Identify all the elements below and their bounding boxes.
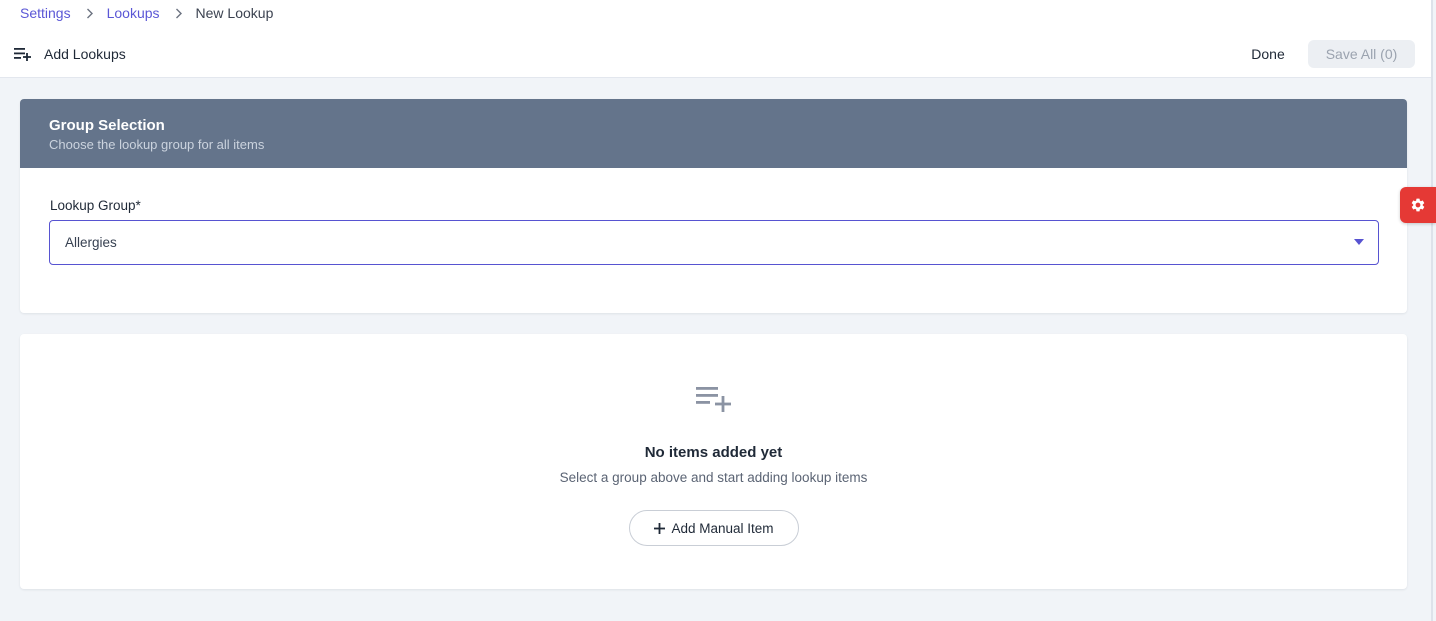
toolbar-title-group: Add Lookups — [14, 44, 126, 64]
save-all-button[interactable]: Save All (0) — [1308, 40, 1415, 68]
items-card: No items added yet Select a group above … — [20, 334, 1407, 589]
done-button[interactable]: Done — [1240, 40, 1296, 68]
playlist-add-icon — [14, 48, 31, 61]
add-manual-item-label: Add Manual Item — [671, 520, 774, 536]
scrollbar-track[interactable] — [1431, 0, 1433, 621]
caret-down-icon — [1354, 239, 1364, 245]
chevron-right-icon — [170, 5, 188, 21]
group-selection-title: Group Selection — [49, 117, 165, 134]
group-selection-header: Group Selection Choose the lookup group … — [20, 99, 1407, 168]
top-bar: Settings Lookups New Lookup Add Lookups … — [0, 0, 1431, 78]
gear-icon — [1411, 198, 1425, 212]
lookup-group-value: Allergies — [65, 235, 117, 250]
group-selection-card: Group Selection Choose the lookup group … — [20, 99, 1407, 313]
add-manual-item-button[interactable]: Add Manual Item — [629, 510, 799, 546]
settings-button[interactable] — [1400, 187, 1436, 223]
chevron-right-icon — [81, 5, 99, 21]
empty-state-title: No items added yet — [644, 444, 783, 461]
lookup-group-label: Lookup Group* — [50, 198, 141, 213]
breadcrumb-current: New Lookup — [195, 5, 274, 21]
lookup-group-select[interactable]: Allergies — [49, 220, 1379, 265]
playlist-add-icon — [696, 387, 731, 412]
breadcrumb-settings[interactable]: Settings — [20, 5, 71, 21]
plus-icon — [654, 522, 666, 534]
empty-state-subtitle: Select a group above and start adding lo… — [559, 470, 868, 485]
breadcrumb-lookups[interactable]: Lookups — [107, 5, 160, 21]
page-title: Add Lookups — [44, 46, 126, 62]
group-selection-subtitle: Choose the lookup group for all items — [49, 137, 265, 152]
breadcrumb: Settings Lookups New Lookup — [20, 5, 273, 21]
